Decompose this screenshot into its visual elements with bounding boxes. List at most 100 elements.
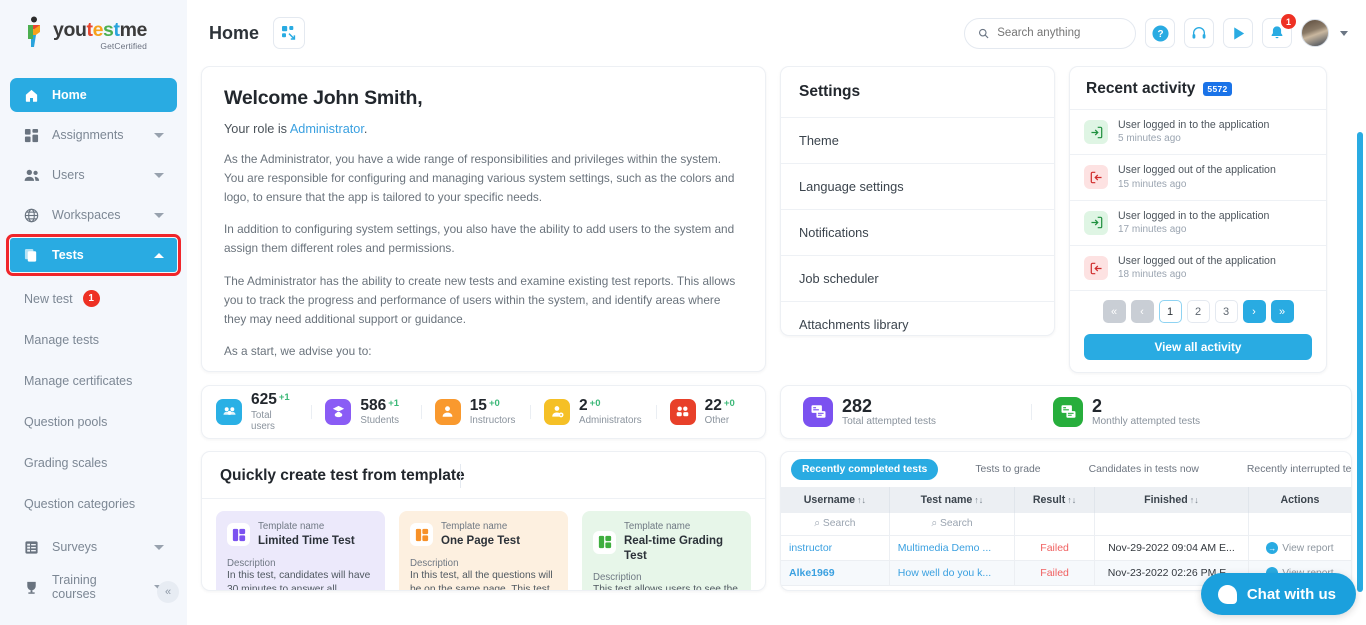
chevron-down-icon[interactable] — [1340, 30, 1348, 36]
column-label: Username — [803, 494, 856, 506]
pagination-next[interactable]: › — [1242, 300, 1266, 324]
search-placeholder: Search — [822, 518, 856, 529]
template-header: Template name Limited Time Test — [227, 521, 374, 549]
cell-username[interactable]: Alke1969 — [781, 560, 890, 586]
sort-icon[interactable]: ↑↓ — [1067, 495, 1076, 505]
column-label: Finished — [1144, 494, 1188, 506]
activity-time: 18 minutes ago — [1118, 269, 1187, 281]
sidebar-subitem-question-pools[interactable]: Question pools — [0, 401, 187, 442]
test-name-search-cell[interactable]: ⌕ Search — [889, 513, 1016, 536]
cell-test-name[interactable]: Multimedia Demo ... — [889, 535, 1016, 561]
sidebar-item-training-courses[interactable]: Training courses — [10, 570, 177, 604]
sidebar-item-tests[interactable]: Tests — [6, 234, 181, 276]
chevron-down-icon[interactable] — [154, 132, 164, 138]
column-header-result[interactable]: Result ↑↓ — [1014, 487, 1095, 513]
view-all-activity-button[interactable]: View all activity — [1084, 334, 1312, 360]
advise-label: As a start, we advise you to: — [224, 343, 372, 358]
sidebar-subitem-grading-scales[interactable]: Grading scales — [0, 442, 187, 483]
sidebar: youtestme GetCertified Home Assignments — [0, 0, 187, 625]
settings-row-attachments[interactable]: Attachments library — [781, 301, 1054, 347]
pagination-prev[interactable]: ‹ — [1130, 300, 1154, 324]
play-video-icon[interactable] — [1223, 18, 1253, 48]
pagination-page-2[interactable]: 2 — [1186, 300, 1210, 324]
chevron-down-icon[interactable] — [154, 544, 164, 550]
dashboard-grid-icon[interactable] — [273, 17, 306, 49]
notifications-bell-icon[interactable]: 1 — [1262, 14, 1296, 48]
sidebar-item-label: Home — [52, 88, 87, 102]
tab-tests-to-grade[interactable]: Tests to grade — [964, 459, 1051, 480]
admin-icon — [544, 398, 571, 425]
cell-actions[interactable]: →View report — [1248, 535, 1351, 561]
sidebar-collapse-button[interactable]: « — [157, 581, 179, 603]
brand-logo[interactable]: youtestme GetCertified — [0, 0, 187, 66]
sort-icon[interactable]: ↑↓ — [857, 495, 866, 505]
pagination-first[interactable]: « — [1102, 300, 1126, 324]
pagination-page-1[interactable]: 1 — [1158, 300, 1182, 324]
settings-title: Settings — [799, 83, 861, 100]
settings-row-notifications[interactable]: Notifications — [781, 209, 1054, 255]
sidebar-item-users[interactable]: Users — [10, 158, 177, 192]
list-item[interactable]: User logged in to the application 5 minu… — [1070, 109, 1326, 154]
tab-candidates-in-tests-now[interactable]: Candidates in tests now — [1078, 459, 1210, 480]
table-row[interactable]: instructor Multimedia Demo ... Failed No… — [781, 535, 1351, 561]
help-icon[interactable]: ? — [1145, 18, 1175, 48]
stat-label: Administrators — [579, 415, 642, 427]
template-realtime-grading-test[interactable]: Template name Real-time Grading Test Des… — [582, 511, 751, 591]
activity-time: 15 minutes ago — [1118, 178, 1187, 190]
column-header-finished[interactable]: Finished ↑↓ — [1094, 487, 1249, 513]
support-headset-icon[interactable] — [1184, 18, 1214, 48]
avatar[interactable] — [1301, 19, 1329, 47]
settings-row-theme[interactable]: Theme — [781, 117, 1054, 163]
tab-recently-completed-tests[interactable]: Recently completed tests — [791, 459, 939, 480]
list-item: Set up the colors and logo — [258, 367, 743, 371]
stat-value: 15 — [469, 396, 487, 414]
chat-label: Chat with us — [1246, 585, 1336, 603]
sort-icon[interactable]: ↑↓ — [974, 495, 983, 505]
step-link-colors-logo[interactable]: Set up the colors and logo — [258, 369, 395, 371]
cell-test-name[interactable]: How well do you k... — [889, 560, 1016, 586]
sidebar-subitem-manage-tests[interactable]: Manage tests — [0, 319, 187, 360]
chat-with-us-button[interactable]: Chat with us — [1200, 573, 1356, 615]
stat-instructors: 15 +0 Instructors — [420, 396, 530, 426]
sidebar-nav: Home Assignments Users Workspaces Tests … — [0, 66, 187, 604]
template-limited-time-test[interactable]: Template name Limited Time Test Descript… — [216, 511, 385, 590]
tab-recently-interrupted-tests[interactable]: Recently interrupted tests — [1236, 459, 1351, 480]
settings-row-language[interactable]: Language settings — [781, 163, 1054, 209]
actions-search-cell — [1248, 513, 1351, 536]
list-item[interactable]: User logged out of the application 18 mi… — [1070, 244, 1326, 290]
column-header-username[interactable]: Username ↑↓ — [781, 487, 890, 513]
list-item[interactable]: User logged out of the application 15 mi… — [1070, 154, 1326, 199]
sidebar-subitem-question-categories[interactable]: Question categories — [0, 483, 187, 524]
cell-username[interactable]: instructor — [781, 535, 890, 561]
sidebar-subitem-manage-certificates[interactable]: Manage certificates — [0, 360, 187, 401]
stat-content: 586 +1 Students — [360, 397, 399, 426]
template-name-label: Template name — [441, 521, 508, 532]
sidebar-item-workspaces[interactable]: Workspaces — [10, 198, 177, 232]
page-scrollbar[interactable] — [1357, 132, 1363, 625]
sidebar-subitem-new-test[interactable]: New test 1 — [0, 278, 187, 319]
sidebar-item-assignments[interactable]: Assignments — [10, 118, 177, 152]
template-name: One Page Test — [441, 534, 521, 547]
role-link[interactable]: Administrator — [290, 122, 364, 136]
template-desc: This test allows users to see the change… — [593, 584, 738, 591]
column-header-test-name[interactable]: Test name ↑↓ — [889, 487, 1016, 513]
template-one-page-test[interactable]: Template name One Page Test Description … — [399, 511, 568, 590]
sidebar-item-home[interactable]: Home — [10, 78, 177, 112]
scrollbar-thumb[interactable] — [1357, 132, 1363, 592]
pagination-page-3[interactable]: 3 — [1214, 300, 1238, 324]
search-input[interactable] — [997, 27, 1122, 39]
welcome-card: Welcome John Smith, Your role is Adminis… — [201, 66, 766, 372]
settings-row-job-scheduler[interactable]: Job scheduler — [781, 255, 1054, 301]
search-box[interactable] — [964, 17, 1136, 49]
sort-icon[interactable]: ↑↓ — [1190, 495, 1199, 505]
chevron-up-icon[interactable] — [154, 252, 164, 258]
list-item[interactable]: User logged in to the application 17 min… — [1070, 199, 1326, 245]
sidebar-item-surveys[interactable]: Surveys — [10, 530, 177, 564]
username-search-cell[interactable]: ⌕ Search — [781, 513, 890, 536]
chevron-down-icon[interactable] — [154, 172, 164, 178]
login-arrow-icon — [1084, 120, 1108, 145]
template-layout-icon — [593, 530, 616, 554]
new-test-badge: 1 — [82, 290, 100, 307]
pagination-last[interactable]: » — [1270, 300, 1294, 324]
chevron-down-icon[interactable] — [154, 212, 164, 218]
